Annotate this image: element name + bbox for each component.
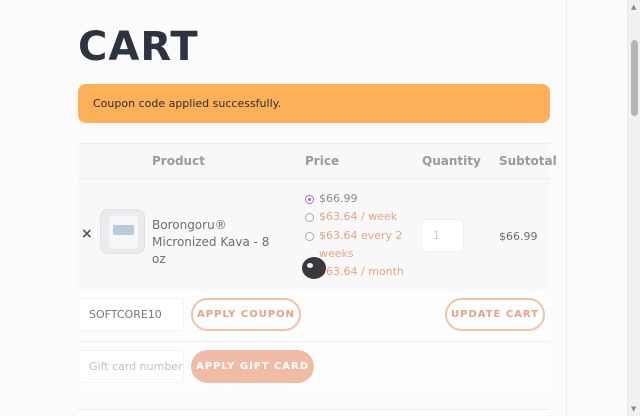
header-subtotal: Subtotal <box>499 154 557 168</box>
scrollbar-thumb[interactable] <box>631 40 638 116</box>
line-subtotal: $66.99 <box>499 230 538 243</box>
header-quantity: Quantity <box>422 154 481 168</box>
product-jar-label <box>113 225 134 235</box>
actions-divider <box>78 341 550 342</box>
mouse-cursor-icon <box>302 257 326 279</box>
header-price: Price <box>305 154 340 168</box>
product-name-link[interactable]: Borongoru® Micronized Kava - 8 oz <box>152 217 282 268</box>
radio-selected-icon[interactable] <box>305 195 314 204</box>
radio-icon[interactable] <box>305 232 314 241</box>
apply-gift-card-button[interactable]: APPLY GIFT CARD <box>191 350 314 383</box>
gift-card-input[interactable]: Gift card number <box>78 350 184 383</box>
update-cart-button[interactable]: UPDATE CART <box>445 298 545 331</box>
price-option-label: $66.99 <box>319 192 358 205</box>
quantity-input[interactable]: 1 <box>421 219 464 252</box>
cart-actions: SOFTCORE10 APPLY COUPON UPDATE CART Gift… <box>78 290 550 390</box>
price-option-one-time[interactable]: $66.99 <box>305 190 358 208</box>
header-product: Product <box>152 154 205 168</box>
vertical-scrollbar[interactable]: ▲ ▼ <box>627 0 640 416</box>
remove-item-icon[interactable]: × <box>81 226 93 242</box>
scroll-up-arrow-icon[interactable]: ▲ <box>631 3 636 11</box>
coupon-code-input[interactable]: SOFTCORE10 <box>78 298 184 331</box>
price-option-label: $63.64 every 2 weeks <box>319 229 403 260</box>
apply-coupon-button[interactable]: APPLY COUPON <box>191 298 301 331</box>
price-option-label: $63.64 / week <box>319 210 398 223</box>
price-option-weekly[interactable]: $63.64 / week <box>305 208 397 226</box>
scroll-down-arrow-icon[interactable]: ▼ <box>631 405 636 413</box>
cart-page: CART Coupon code applied successfully. P… <box>0 0 566 416</box>
page-edge-divider <box>566 0 567 416</box>
cart-totals-section <box>78 409 550 416</box>
header-divider <box>78 178 550 179</box>
radio-icon[interactable] <box>305 213 314 222</box>
product-thumbnail[interactable] <box>100 209 145 254</box>
notice-message: Coupon code applied successfully. <box>93 97 282 110</box>
price-option-label: $63.64 / month <box>319 265 404 278</box>
success-notice: Coupon code applied successfully. <box>78 84 550 123</box>
page-title: CART <box>78 24 199 70</box>
